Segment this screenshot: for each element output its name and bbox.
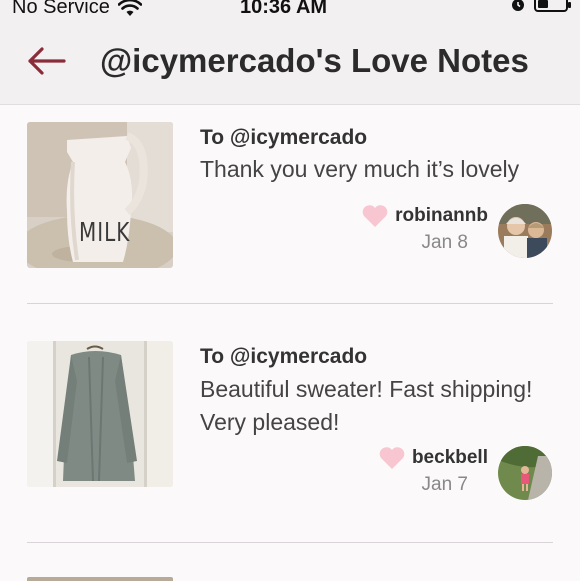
carrier-label: No Service bbox=[12, 0, 110, 18]
love-note-item[interactable]: To @icymercado Beautiful sweater! Fast s… bbox=[0, 323, 580, 563]
next-note-thumbnail-edge bbox=[27, 577, 173, 581]
author-username[interactable]: robinannb bbox=[395, 205, 488, 227]
love-notes-list: MILK To @icymercado Thank you very much … bbox=[0, 105, 580, 581]
heart-icon bbox=[362, 205, 388, 227]
note-date: Jan 7 bbox=[421, 474, 468, 495]
back-button[interactable] bbox=[26, 46, 70, 82]
status-carrier: No Service bbox=[12, 0, 142, 19]
divider bbox=[27, 542, 553, 543]
sweater-image bbox=[27, 341, 173, 487]
author-avatar[interactable] bbox=[498, 204, 552, 258]
status-bar: No Service 10:36 AM bbox=[0, 0, 580, 24]
note-recipient: To @icymercado bbox=[200, 126, 368, 149]
author-meta: robinannb Jan 8 bbox=[361, 204, 488, 254]
love-note-item[interactable]: MILK To @icymercado Thank you very much … bbox=[0, 105, 580, 323]
author-username[interactable]: beckbell bbox=[412, 447, 488, 469]
heart-icon bbox=[379, 447, 405, 469]
battery-icon bbox=[534, 0, 571, 12]
thumbnail-printed-text: MILK bbox=[79, 216, 131, 248]
author-meta: beckbell Jan 7 bbox=[378, 446, 488, 496]
wifi-icon bbox=[117, 0, 142, 16]
note-recipient: To @icymercado bbox=[200, 345, 368, 368]
author-line: robinannb bbox=[361, 204, 488, 228]
listing-thumbnail[interactable] bbox=[27, 341, 173, 487]
author-row: beckbell Jan 7 bbox=[378, 446, 552, 500]
note-message: Thank you very much it’s lovely bbox=[200, 156, 520, 182]
header: @icymercado's Love Notes bbox=[0, 24, 580, 105]
listing-thumbnail[interactable]: MILK bbox=[27, 122, 173, 268]
battery-level bbox=[538, 0, 548, 8]
back-arrow-icon bbox=[28, 47, 66, 75]
status-right bbox=[510, 0, 571, 12]
author-row: robinannb Jan 8 bbox=[361, 204, 552, 258]
author-line: beckbell bbox=[378, 446, 488, 470]
status-time: 10:36 AM bbox=[240, 0, 328, 18]
author-avatar[interactable] bbox=[498, 446, 552, 500]
note-date: Jan 8 bbox=[421, 232, 468, 253]
divider bbox=[27, 303, 553, 304]
page-title: @icymercado's Love Notes bbox=[100, 42, 529, 79]
note-message: Beautiful sweater! Fast shipping! Very p… bbox=[200, 376, 533, 435]
alarm-icon bbox=[512, 0, 524, 11]
